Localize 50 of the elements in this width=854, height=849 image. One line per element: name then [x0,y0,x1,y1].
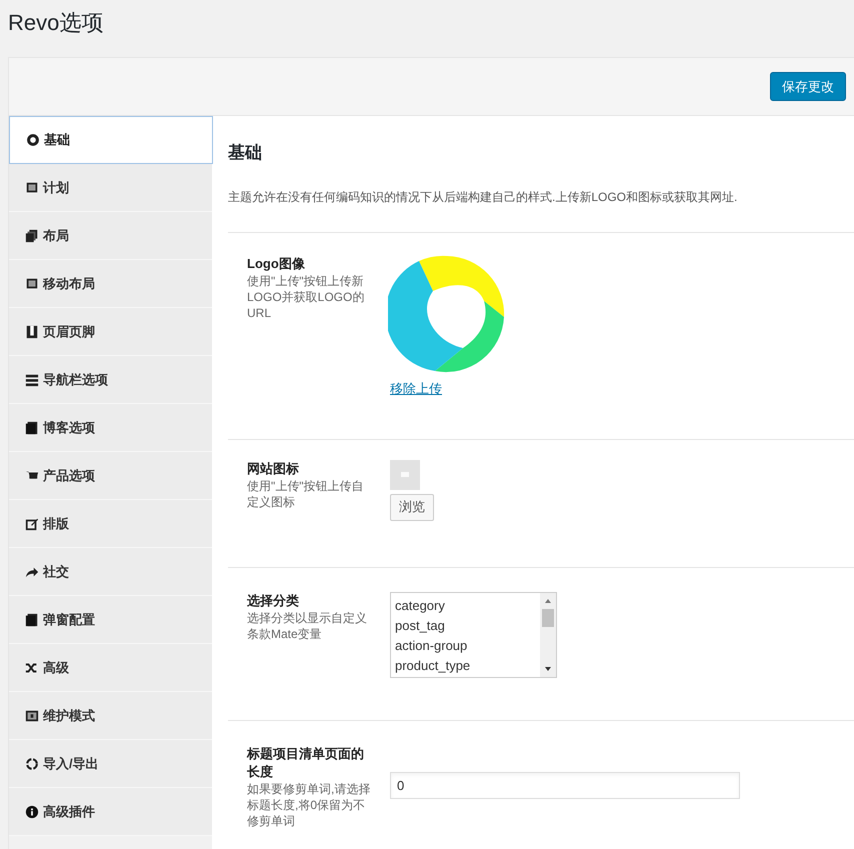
section-title: 基础 [228,142,262,164]
sidebar-tab[interactable]: 计划 [9,164,212,212]
stack-icon [25,228,39,242]
section-description: 主题允许在没有任何编码知识的情况下从后端构建自己的样式.上传新LOGO和图标或获取其网址. [228,188,738,206]
sidebar-tab[interactable]: 维护模式 [9,692,212,740]
sidebar-tab[interactable]: 产品选项 [9,452,212,500]
info-icon [25,804,39,818]
gear-icon [26,133,40,147]
sidebar-tab[interactable]: 高级 [9,644,212,692]
monitor-icon [25,276,39,290]
field-label: 选择分类 [247,592,300,610]
list-option[interactable]: action-group [395,636,468,656]
sidebar-tab[interactable]: 布局 [9,212,212,260]
layout-icon [25,324,39,338]
sidebar-tab[interactable]: 高级插件 [9,788,212,836]
list-option[interactable]: post_tag [395,616,445,636]
sidebar-tab[interactable]: 弹窗配置 [9,596,212,644]
save-button[interactable]: 保存更改 [770,72,846,101]
field-help: 如果要修剪单词,请选择标题长度,将0保留为不修剪单词 [247,780,372,828]
image-placeholder-icon [390,460,420,490]
field-help: 选择分类以显示自定义条款Mate变量 [247,610,368,642]
field-label: 标题项目清单页面的长度 [247,744,365,780]
sidebar-tab[interactable]: 导航栏选项 [9,356,212,404]
sidebar-tab[interactable]: 排版 [9,500,212,548]
sidebar-tab[interactable]: 博客选项 [9,404,212,452]
scrollbar[interactable] [540,592,556,676]
sidebar-tab[interactable]: 页眉页脚 [9,308,212,356]
monitor-icon [25,180,39,194]
browse-button[interactable]: 浏览 [390,494,434,520]
edit-icon [25,516,39,530]
field-label: Logo图像 [247,254,306,272]
lock-screen-icon [25,708,39,722]
list-option[interactable]: category [395,596,445,616]
sidebar-tab[interactable]: 基础 [9,116,213,164]
sidebar-tab[interactable]: 移动布局 [9,260,212,308]
field-help: 使用"上传"按钮上传自定义图标 [247,478,365,510]
text-input[interactable]: 0 [390,772,740,798]
sidebar-tab[interactable]: 导入/导出 [9,740,212,788]
menu-icon [25,372,39,386]
page-title: Revo选项 [8,9,104,37]
field-help: 使用"上传"按钮上传新LOGO并获取LOGO的URL [247,272,366,320]
list-option[interactable]: product_type [395,656,470,676]
field-label: 网站图标 [247,460,300,478]
book-icon [25,420,39,434]
shuffle-icon [25,660,39,674]
listbox[interactable]: category post_tag action-group product_type [390,592,557,678]
remove-upload-link[interactable]: 移除上传 [390,378,442,398]
book-icon [25,612,39,626]
refresh-icon [25,756,39,770]
sidebar-tab[interactable]: 社交 [9,548,212,596]
